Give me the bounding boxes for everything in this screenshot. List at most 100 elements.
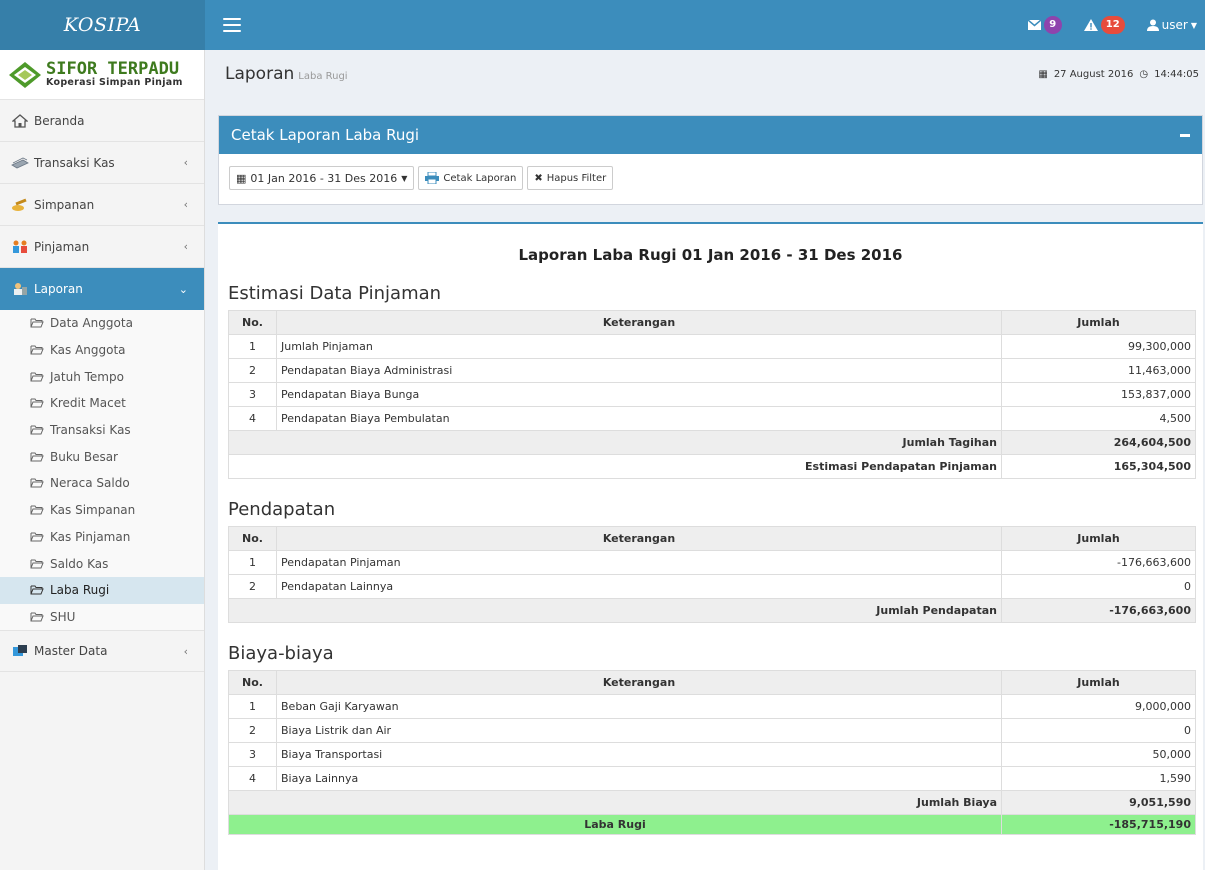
home-icon <box>10 113 30 129</box>
chevron-left-icon: ‹ <box>183 240 188 253</box>
section-title-biaya: Biaya-biaya <box>228 643 334 664</box>
submenu-item-kas-pinjaman[interactable]: Kas Pinjaman <box>0 524 204 551</box>
page-subtitle: Laba Rugi <box>298 71 348 82</box>
sidebar-item-label: Beranda <box>34 113 85 128</box>
money-icon <box>10 155 30 171</box>
row-no: 2 <box>228 358 277 383</box>
row-keterangan: Pendapatan Biaya Bunga <box>276 382 1002 407</box>
row-jumlah: 9,000,000 <box>1001 694 1196 719</box>
row-jumlah: 11,463,000 <box>1001 358 1196 383</box>
user-name: user <box>1161 18 1188 32</box>
submenu-item-kas-simpanan[interactable]: Kas Simpanan <box>0 497 204 524</box>
date-range-picker[interactable]: ▦ 01 Jan 2016 - 31 Des 2016 ▼ <box>229 166 415 190</box>
row-no: 1 <box>228 334 277 359</box>
row-keterangan: Jumlah Pinjaman <box>276 334 1002 359</box>
page-title-text: Laporan <box>225 64 295 84</box>
brand-name: SIFOR TERPADU <box>46 59 180 79</box>
row-no: 3 <box>228 382 277 407</box>
submenu-item-buku-besar[interactable]: Buku Besar <box>0 443 204 470</box>
total-biaya-value: 9,051,590 <box>1001 790 1196 815</box>
row-keterangan: Biaya Listrik dan Air <box>276 718 1002 743</box>
folder-open-icon <box>30 585 44 595</box>
submenu-item-saldo-kas[interactable]: Saldo Kas <box>0 550 204 577</box>
warning-icon <box>1083 19 1098 31</box>
row-no: 2 <box>228 718 277 743</box>
alerts-menu[interactable]: 12 <box>1083 16 1125 34</box>
biaya-table: No. Keterangan Jumlah 1 Beban Gaji Karyaw… <box>228 670 1196 835</box>
folder-open-icon <box>30 505 44 515</box>
submenu-item-kredit-macet[interactable]: Kredit Macet <box>0 390 204 417</box>
messages-menu[interactable]: 9 <box>1027 16 1062 34</box>
estimasi-pendapatan-label: Estimasi Pendapatan Pinjaman <box>228 454 1002 479</box>
folder-open-icon <box>30 345 44 355</box>
app-logo[interactable]: KOSIPA <box>0 0 205 50</box>
estimasi-pendapatan-value: 165,304,500 <box>1001 454 1196 479</box>
navbar-right: 9 12 user ▼ <box>1027 0 1197 50</box>
laba-rugi-row: Laba Rugi -185,715,190 <box>228 814 1196 835</box>
chevron-left-icon: ‹ <box>183 156 188 169</box>
chevron-down-icon: ⌄ <box>178 282 188 296</box>
sidebar-item-label: Transaksi Kas <box>34 155 115 170</box>
submenu-item-data-anggota[interactable]: Data Anggota <box>0 310 204 337</box>
total-tagihan-value: 264,604,500 <box>1001 430 1196 455</box>
sidebar-item-label: Pinjaman <box>34 239 90 254</box>
calendar-icon: ▦ <box>236 171 247 185</box>
clear-filter-button[interactable]: ✖ Hapus Filter <box>527 166 614 190</box>
folder-open-icon <box>30 398 44 408</box>
col-header-jumlah: Jumlah <box>1001 670 1196 695</box>
user-icon <box>1146 19 1159 31</box>
printer-icon <box>425 172 440 184</box>
submenu-label: Data Anggota <box>50 316 133 331</box>
chevron-left-icon: ‹ <box>183 198 188 211</box>
sidebar: SIFOR TERPADU Koperasi Simpan Pinjam Ber… <box>0 50 205 870</box>
sidebar-item-laporan[interactable]: Laporan ⌄ <box>0 268 204 310</box>
submenu-label: Kredit Macet <box>50 396 126 411</box>
print-report-button[interactable]: Cetak Laporan <box>418 166 524 190</box>
submenu-item-transaksi-kas[interactable]: Transaksi Kas <box>0 417 204 444</box>
folder-open-icon <box>30 425 44 435</box>
folder-open-icon <box>30 532 44 542</box>
submenu-item-shu[interactable]: SHU <box>0 604 204 631</box>
sidebar-item-master-data[interactable]: Master Data ‹ <box>0 630 204 673</box>
row-keterangan: Beban Gaji Karyawan <box>276 694 1002 719</box>
print-report-box: Cetak Laporan Laba Rugi ▦ 01 Jan 2016 - … <box>218 115 1203 205</box>
table-row: 3 Biaya Transportasi 50,000 <box>228 742 1196 767</box>
submenu-item-kas-anggota[interactable]: Kas Anggota <box>0 337 204 364</box>
sidebar-item-pinjaman[interactable]: Pinjaman ‹ <box>0 226 204 268</box>
table-row: 1 Beban Gaji Karyawan 9,000,000 <box>228 694 1196 719</box>
row-jumlah: -176,663,600 <box>1001 550 1196 575</box>
laba-rugi-label: Laba Rugi <box>228 814 1002 835</box>
sidebar-item-beranda[interactable]: Beranda <box>0 100 204 142</box>
sidebar-item-transaksi-kas[interactable]: Transaksi Kas ‹ <box>0 142 204 184</box>
row-no: 4 <box>228 766 277 791</box>
close-icon: ✖ <box>534 172 543 184</box>
filter-toolbar: ▦ 01 Jan 2016 - 31 Des 2016 ▼ Cetak Lapo… <box>219 154 1202 202</box>
row-no: 3 <box>228 742 277 767</box>
date-range-label: 01 Jan 2016 - 31 Des 2016 <box>250 171 398 185</box>
folder-open-icon <box>30 452 44 462</box>
col-header-keterangan: Keterangan <box>276 526 1002 551</box>
submenu-label: Saldo Kas <box>50 556 109 571</box>
current-date: 27 August 2016 <box>1053 68 1134 80</box>
navbar: 9 12 user ▼ <box>205 0 1205 50</box>
user-menu[interactable]: user ▼ <box>1146 18 1197 32</box>
submenu-label: Neraca Saldo <box>50 476 130 491</box>
col-header-jumlah: Jumlah <box>1001 310 1196 335</box>
submenu-label: Kas Anggota <box>50 343 126 358</box>
collapse-icon[interactable] <box>1180 133 1190 137</box>
estimasi-pendapatan-row: Estimasi Pendapatan Pinjaman 165,304,500 <box>228 454 1196 479</box>
submenu-item-neraca-saldo[interactable]: Neraca Saldo <box>0 470 204 497</box>
total-biaya-row: Jumlah Biaya 9,051,590 <box>228 790 1196 815</box>
sidebar-item-simpanan[interactable]: Simpanan ‹ <box>0 184 204 226</box>
submenu-item-laba-rugi[interactable]: Laba Rugi <box>0 576 204 604</box>
table-row: 1 Jumlah Pinjaman 99,300,000 <box>228 334 1196 359</box>
submenu-label: Jatuh Tempo <box>50 369 124 384</box>
clock-icon: ◷ <box>1139 68 1149 80</box>
submenu-item-jatuh-tempo[interactable]: Jatuh Tempo <box>0 363 204 390</box>
sidebar-item-label: Laporan <box>34 282 83 296</box>
table-row: 3 Pendapatan Biaya Bunga 153,837,000 <box>228 382 1196 407</box>
sidebar-toggle-icon[interactable] <box>223 18 241 32</box>
table-row: 4 Biaya Lainnya 1,590 <box>228 766 1196 791</box>
row-keterangan: Pendapatan Biaya Pembulatan <box>276 406 1002 431</box>
row-jumlah: 1,590 <box>1001 766 1196 791</box>
